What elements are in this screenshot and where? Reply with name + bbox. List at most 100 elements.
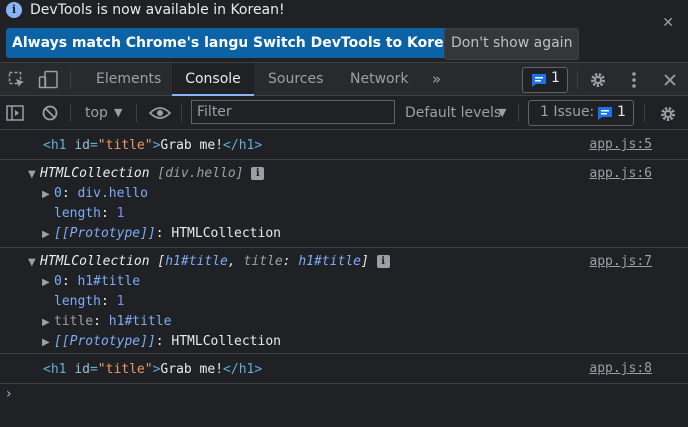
main-tab-bar: Elements Console Sources Network » 1 (0, 62, 688, 96)
expand-triangle-icon[interactable]: ▼ (28, 253, 40, 273)
property-row[interactable]: ▶ [[Prototype]]: HTMLCollection (42, 224, 281, 245)
attr-name: id (74, 138, 90, 153)
collection-type: HTMLCollection (40, 254, 150, 269)
property-key: length (54, 206, 101, 221)
property-key: [[Prototype]] (54, 334, 156, 349)
dont-show-again-button[interactable]: Don't show again (444, 28, 580, 60)
toolbar-separator (136, 104, 137, 122)
language-banner: i DevTools is now available in Korean! ✕… (0, 0, 688, 62)
property-key: 0 (54, 274, 62, 289)
device-toolbar-icon[interactable] (38, 70, 60, 90)
always-match-language-button[interactable]: Always match Chrome's language (6, 28, 284, 58)
sidebar-toggle-icon[interactable] (6, 105, 24, 121)
attr-eq: = (89, 362, 98, 377)
source-link[interactable]: app.js:6 (589, 164, 652, 184)
property-value: div.hello (77, 186, 148, 201)
tag-end: </h1> (223, 138, 263, 153)
expand-triangle-icon[interactable]: ▼ (28, 165, 40, 185)
h1-element-log[interactable]: <h1 id="title">Grab me!</h1> (43, 136, 262, 156)
attr-name: id (74, 362, 90, 377)
chevron-down-icon[interactable]: ▼ (498, 105, 506, 121)
attr-value: "title" (97, 138, 153, 153)
toolbar-separator (70, 104, 71, 122)
console-message: ▼ HTMLCollection [h1#title, title: h1#tit… (0, 248, 688, 354)
h1-element-log[interactable]: <h1 id="title">Grab me!</h1> (43, 360, 262, 380)
log-levels-dropdown[interactable]: Default levels (405, 105, 501, 121)
summary-colon: : (282, 254, 299, 269)
console-message: ▼ HTMLCollection [div.hello] i app.js:6 ▶… (0, 160, 688, 248)
info-icon[interactable]: i (376, 255, 390, 268)
chevron-down-icon[interactable]: ▼ (114, 105, 122, 121)
expand-triangle-icon[interactable]: ▶ (42, 333, 54, 353)
property-key: 0 (54, 186, 62, 201)
tab-elements[interactable]: Elements (96, 63, 161, 96)
expand-triangle-icon[interactable]: ▶ (42, 313, 54, 333)
close-icon[interactable]: ✕ (662, 15, 674, 31)
console-message: <h1 id="title">Grab me!</h1> app.js:8 (0, 354, 688, 384)
console-prompt[interactable]: › (6, 386, 12, 402)
attr-value: "title" (97, 362, 153, 377)
banner-message: DevTools is now available in Korean! (30, 2, 285, 18)
collection-summary-text: [div.hello] (157, 166, 244, 181)
toolbar-separator (181, 104, 182, 122)
issues-count: 1 (617, 104, 626, 120)
console-toolbar: top ▼ Filter Default levels ▼ 1 Issue: 1 (0, 96, 688, 130)
collection-summary[interactable]: ▼ HTMLCollection [h1#title, title: h1#tit… (28, 252, 390, 273)
property-row: length: 1 (54, 294, 125, 309)
info-icon[interactable]: i (251, 167, 265, 180)
tab-console[interactable]: Console (172, 63, 254, 96)
console-message: <h1 id="title">Grab me!</h1> app.js:5 (0, 130, 688, 160)
issues-label: 1 Issue: (540, 104, 595, 120)
property-value: HTMLCollection (171, 226, 281, 241)
eye-icon[interactable] (149, 106, 171, 120)
summary-item: h1#title (165, 254, 228, 269)
property-row[interactable]: ▶ title: h1#title (42, 312, 171, 333)
property-value: h1#title (77, 274, 141, 289)
tab-network[interactable]: Network (350, 63, 408, 96)
switch-to-korean-button[interactable]: Switch DevTools to Korean (247, 28, 470, 58)
property-row[interactable]: ▶ [[Prototype]]: HTMLCollection (42, 332, 281, 353)
console-settings-gear-icon[interactable] (659, 105, 677, 123)
issues-icon (598, 107, 612, 120)
more-tabs-button[interactable]: » (432, 63, 441, 96)
property-key: length (54, 294, 101, 309)
expand-triangle-icon[interactable]: ▶ (42, 185, 54, 205)
collection-type: HTMLCollection (40, 166, 150, 181)
property-row[interactable]: ▶ 0: h1#title (42, 272, 140, 293)
source-link[interactable]: app.js:5 (589, 135, 652, 155)
summary-separator: , (227, 254, 244, 269)
clear-console-icon[interactable] (42, 105, 58, 121)
messages-badge[interactable]: 1 (522, 67, 568, 93)
source-link[interactable]: app.js:8 (589, 359, 652, 379)
close-devtools-icon[interactable] (663, 73, 677, 87)
tag-open: <h1 (43, 362, 75, 377)
element-text: Grab me! (160, 138, 224, 153)
toolbar-separator (518, 104, 519, 122)
more-vertical-icon[interactable] (627, 71, 641, 89)
settings-gear-icon[interactable] (589, 71, 607, 89)
inspect-element-icon[interactable] (8, 71, 26, 89)
messages-count: 1 (551, 70, 560, 86)
property-key: title (54, 314, 94, 329)
collection-summary[interactable]: ▼ HTMLCollection [div.hello] i (28, 164, 265, 185)
info-icon: i (6, 2, 22, 18)
filter-input[interactable]: Filter (191, 100, 395, 124)
summary-key: title (243, 254, 283, 269)
attr-eq: = (89, 138, 98, 153)
tab-sources[interactable]: Sources (268, 63, 323, 96)
tab-separator (70, 71, 71, 89)
property-value: 1 (116, 294, 125, 309)
source-link[interactable]: app.js:7 (589, 252, 652, 272)
messages-icon (532, 74, 546, 87)
expand-triangle-icon[interactable]: ▶ (42, 225, 54, 245)
element-text: Grab me! (160, 362, 224, 377)
context-selector[interactable]: top (85, 105, 108, 121)
issues-button[interactable]: 1 Issue: 1 (528, 100, 634, 126)
property-key: [[Prototype]] (54, 226, 156, 241)
property-row[interactable]: ▶ 0: div.hello (42, 184, 148, 205)
tag-open: <h1 (43, 138, 75, 153)
property-value: 1 (116, 206, 125, 221)
expand-triangle-icon[interactable]: ▶ (42, 273, 54, 293)
summary-bracket: ] (360, 254, 369, 269)
property-value: h1#title (108, 314, 172, 329)
